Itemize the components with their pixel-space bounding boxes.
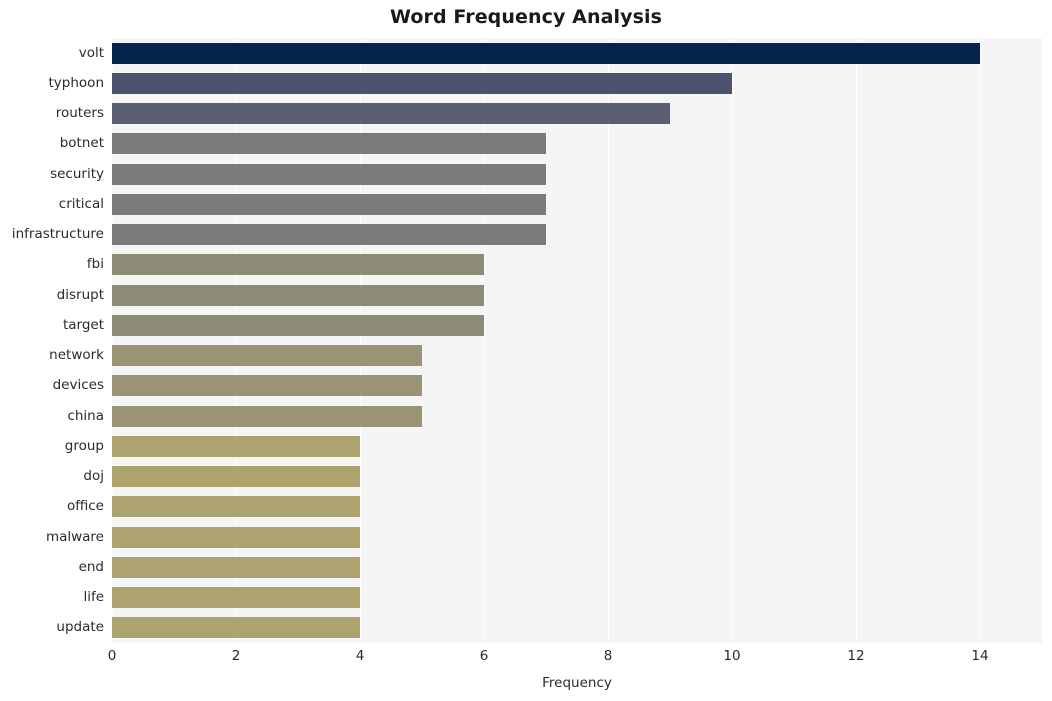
bar [112,617,360,639]
y-axis-tick-label: office [66,498,104,515]
y-axis-tick-label: disrupt [56,286,104,303]
chart-figure: Word Frequency Analysis volt typhoon route… [0,0,1052,701]
y-axis-tick-label: doj [83,468,104,485]
bar [112,103,670,125]
x-axis-tick-label: 4 [355,648,365,664]
bar [112,72,732,94]
x-axis-title: Frequency [542,675,612,691]
bar [112,556,360,578]
bar [112,133,546,155]
bar [112,193,546,215]
y-axis-tick-label: network [49,347,104,364]
x-axis-tick-label: 6 [479,648,489,664]
y-axis-tick-label: critical [58,195,104,212]
bar [112,405,422,427]
bar [112,345,422,367]
y-axis-tick-label: security [50,165,104,182]
y-axis-tick-label: group [64,437,104,454]
bar [112,284,484,306]
bar [112,587,360,609]
bar [112,375,422,397]
y-axis-tick-label: fbi [86,256,104,273]
bars-layer [112,38,1042,643]
plot-area [112,38,1042,643]
bar [112,163,546,185]
y-axis-tick-label: devices [52,377,104,394]
chart-title: Word Frequency Analysis [389,6,663,28]
y-axis-tick-label: update [56,619,104,636]
x-axis-tick-label: 14 [971,648,989,664]
y-axis-tick-labels: volt typhoon routers botnet security critical… [0,38,104,643]
x-axis-tick-label: 12 [847,648,865,664]
y-axis-tick-label: end [78,558,104,575]
bar [112,254,484,276]
y-axis-tick-label: malware [45,528,104,545]
y-axis-tick-label: target [62,316,104,333]
y-axis-tick-label: typhoon [48,74,104,91]
x-axis-tick-labels: 0 2 4 6 8 10 12 14 [108,648,1042,668]
x-axis-tick-label: 8 [603,648,613,664]
bar [112,224,546,246]
x-axis-tick-label: 10 [723,648,741,664]
y-axis-tick-label: china [67,407,104,424]
bar [112,435,360,457]
bar [112,466,360,488]
y-axis-tick-label: routers [55,105,104,122]
x-axis-tick-label: 2 [231,648,241,664]
y-axis-tick-label: volt [78,44,104,61]
y-axis-tick-label: infrastructure [11,226,104,243]
bar [112,314,484,336]
bar [112,42,980,64]
x-axis-tick-label: 0 [107,648,117,664]
bar [112,496,360,518]
y-axis-tick-label: botnet [59,135,104,152]
y-axis-tick-label: life [83,589,104,606]
bar [112,526,360,548]
